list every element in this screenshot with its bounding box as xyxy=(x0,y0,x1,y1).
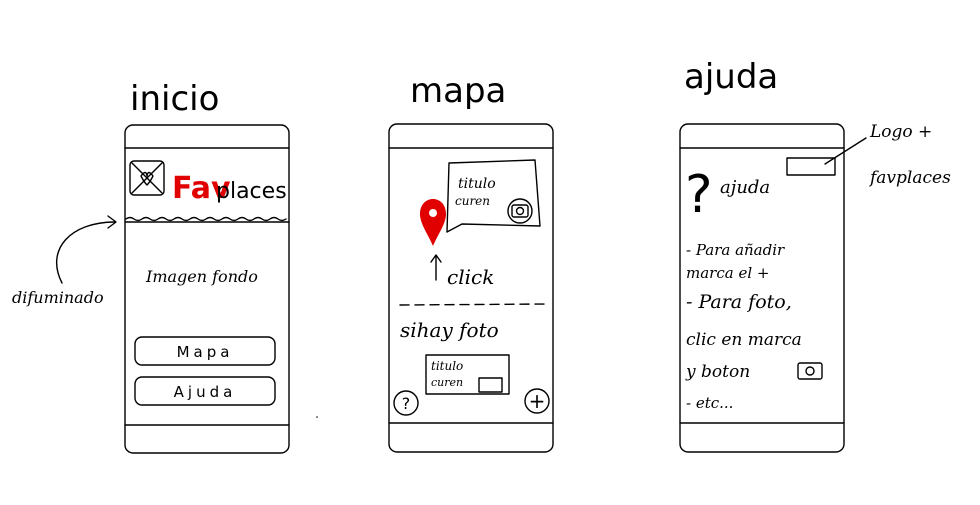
screen-ajuda: ajuda ? ajuda Logo + favplaces - Para añ… xyxy=(679,57,951,453)
help-icon: ? xyxy=(685,165,713,225)
screen-inicio: inicio Fav places Imagen fondo Mapa Ajud… xyxy=(12,79,290,454)
card-subtitle: curen xyxy=(431,376,463,389)
ajuda-button-label: Ajuda xyxy=(174,383,237,401)
help-text-line: - Para foto, xyxy=(686,291,792,313)
click-label: click xyxy=(447,265,494,289)
screen-mapa: mapa titulo curen click sihay foto titul… xyxy=(388,71,554,453)
screen-title-inicio: inicio xyxy=(130,79,219,119)
dashed-divider xyxy=(399,303,549,306)
annotation-pointer xyxy=(824,137,867,165)
logo-places: places xyxy=(216,179,287,204)
wireframe-sketch: inicio Fav places Imagen fondo Mapa Ajud… xyxy=(12,57,951,454)
stray-dot xyxy=(316,416,318,418)
photo-condition-label: sihay foto xyxy=(400,318,499,342)
logo-placeholder xyxy=(786,157,836,176)
map-marker-icon[interactable] xyxy=(420,199,446,246)
help-text: - Para añadir marca el + - Para foto, cl… xyxy=(685,241,802,412)
camera-lens xyxy=(805,366,815,376)
help-text-line: marca el + xyxy=(686,264,769,282)
card-title: titulo xyxy=(431,359,463,373)
plus-icon: + xyxy=(529,389,546,413)
help-text-line: y boton xyxy=(685,362,750,382)
popup-subtitle: curen xyxy=(455,194,490,208)
help-text-line: - etc... xyxy=(686,394,733,412)
annotation-favplaces: favplaces xyxy=(868,168,951,188)
help-icon: ? xyxy=(402,394,411,413)
card-photo-thumbnail xyxy=(478,377,503,393)
camera-icon xyxy=(797,362,823,380)
blur-edge-line xyxy=(125,216,287,222)
map-marker-dot xyxy=(429,209,437,217)
annotation-arrow xyxy=(56,221,116,284)
popup-title: titulo xyxy=(458,176,496,192)
background-image-label: Imagen fondo xyxy=(145,267,258,286)
annotation-difuminado: difuminado xyxy=(12,288,104,307)
help-header-label: ajuda xyxy=(720,177,770,198)
screen-title-ajuda: ajuda xyxy=(684,57,778,97)
screen-title-mapa: mapa xyxy=(410,71,506,111)
help-text-line: clic en marca xyxy=(686,330,802,350)
mapa-button-label: Mapa xyxy=(177,343,234,361)
camera-lens xyxy=(515,206,525,216)
help-text-line: - Para añadir xyxy=(686,241,785,259)
annotation-logo: Logo + xyxy=(869,122,932,142)
